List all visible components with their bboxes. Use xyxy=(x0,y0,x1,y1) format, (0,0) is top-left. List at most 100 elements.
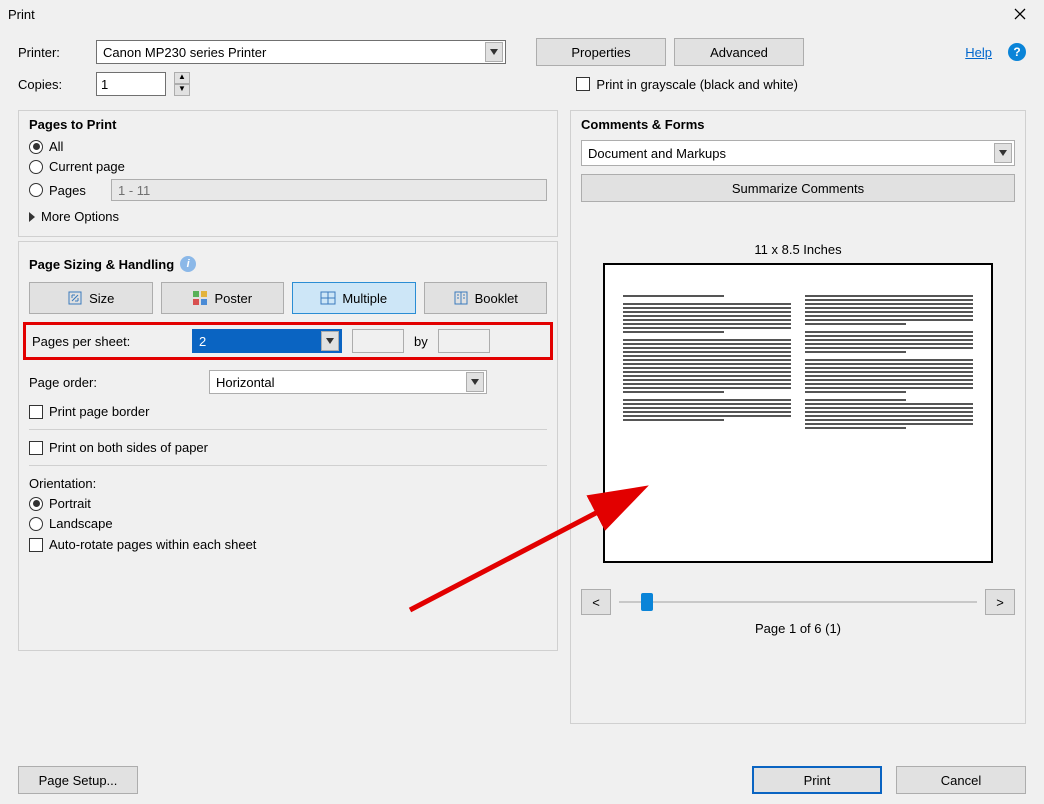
border-label: Print page border xyxy=(49,404,149,419)
cf-value: Document and Markups xyxy=(588,146,726,161)
print-label: Print xyxy=(804,773,831,788)
autorotate-label: Auto-rotate pages within each sheet xyxy=(49,537,256,552)
pages-per-sheet-row: Pages per sheet: 2 by xyxy=(23,322,553,360)
chevron-left-icon: < xyxy=(592,595,600,610)
radio-landscape[interactable]: Landscape xyxy=(29,516,547,531)
grayscale-checkbox[interactable]: Print in grayscale (black and white) xyxy=(576,77,798,92)
dropdown-icon xyxy=(994,143,1012,163)
checkbox-icon xyxy=(29,441,43,455)
custom-cols-input[interactable] xyxy=(352,329,404,353)
grayscale-label: Print in grayscale (black and white) xyxy=(596,77,798,92)
radio-icon xyxy=(29,160,43,174)
cancel-button[interactable]: Cancel xyxy=(896,766,1026,794)
advanced-label: Advanced xyxy=(710,45,768,60)
spin-up-icon: ▲ xyxy=(174,72,190,84)
tab-booklet-label: Booklet xyxy=(475,291,518,306)
printer-select[interactable]: Canon MP230 series Printer xyxy=(96,40,506,64)
copies-input[interactable]: 1 xyxy=(96,72,166,96)
dropdown-icon xyxy=(485,42,503,62)
radio-pages-label: Pages xyxy=(49,183,105,198)
orientation-label: Orientation: xyxy=(29,476,547,491)
tab-poster[interactable]: Poster xyxy=(161,282,285,314)
pages-range-value: 1 - 11 xyxy=(118,183,150,198)
radio-icon xyxy=(29,140,43,154)
tab-booklet[interactable]: Booklet xyxy=(424,282,548,314)
size-icon xyxy=(67,290,83,306)
pages-to-print-group: Pages to Print All Current page Pages 1 … xyxy=(18,110,558,237)
properties-button[interactable]: Properties xyxy=(536,38,666,66)
preview-page-right xyxy=(805,295,973,531)
more-options-toggle[interactable]: More Options xyxy=(29,209,547,224)
pps-value: 2 xyxy=(199,334,206,349)
comments-forms-select[interactable]: Document and Markups xyxy=(581,140,1015,166)
summarize-comments-button[interactable]: Summarize Comments xyxy=(581,174,1015,202)
tab-poster-label: Poster xyxy=(214,291,252,306)
dropdown-icon xyxy=(466,372,484,392)
dropdown-icon xyxy=(321,331,339,351)
print-preview xyxy=(603,263,993,563)
summarize-label: Summarize Comments xyxy=(732,181,864,196)
tab-multiple-label: Multiple xyxy=(342,291,387,306)
page-setup-button[interactable]: Page Setup... xyxy=(18,766,138,794)
advanced-button[interactable]: Advanced xyxy=(674,38,804,66)
by-label: by xyxy=(414,334,428,349)
paper-dimensions: 11 x 8.5 Inches xyxy=(581,242,1015,257)
tab-multiple[interactable]: Multiple xyxy=(292,282,416,314)
order-label: Page order: xyxy=(29,375,199,390)
radio-portrait[interactable]: Portrait xyxy=(29,496,547,511)
close-icon xyxy=(1012,6,1028,22)
pps-label: Pages per sheet: xyxy=(32,334,182,349)
preview-slider[interactable] xyxy=(619,589,977,615)
checkbox-icon xyxy=(29,538,43,552)
multiple-icon xyxy=(320,290,336,306)
info-icon[interactable]: i xyxy=(180,256,196,272)
custom-rows-input[interactable] xyxy=(438,329,490,353)
sizing-handling-group: Page Sizing & Handling i Size Poster Mul… xyxy=(18,241,558,651)
pagesetup-label: Page Setup... xyxy=(39,773,118,788)
checkbox-icon xyxy=(576,77,590,91)
copies-value: 1 xyxy=(101,77,108,92)
pages-title: Pages to Print xyxy=(29,117,547,132)
window-title: Print xyxy=(8,7,35,22)
preview-page-left xyxy=(623,295,791,531)
radio-pages[interactable]: Pages 1 - 11 xyxy=(29,179,547,201)
radio-all[interactable]: All xyxy=(29,139,547,154)
pages-per-sheet-select[interactable]: 2 xyxy=(192,329,342,353)
portrait-label: Portrait xyxy=(49,496,91,511)
printer-label: Printer: xyxy=(18,45,88,60)
chevron-right-icon: > xyxy=(996,595,1004,610)
radio-icon xyxy=(29,183,43,197)
copies-spinner[interactable]: ▲▼ xyxy=(174,72,190,96)
print-button[interactable]: Print xyxy=(752,766,882,794)
duplex-label: Print on both sides of paper xyxy=(49,440,208,455)
spin-down-icon: ▼ xyxy=(174,84,190,96)
pages-range-input[interactable]: 1 - 11 xyxy=(111,179,547,201)
duplex-checkbox[interactable]: Print on both sides of paper xyxy=(29,440,547,455)
cancel-label: Cancel xyxy=(941,773,981,788)
properties-label: Properties xyxy=(571,45,630,60)
more-options-label: More Options xyxy=(41,209,119,224)
triangle-right-icon xyxy=(29,212,35,222)
checkbox-icon xyxy=(29,405,43,419)
tab-size-label: Size xyxy=(89,291,114,306)
preview-prev-button[interactable]: < xyxy=(581,589,611,615)
radio-icon xyxy=(29,517,43,531)
copies-label: Copies: xyxy=(18,77,88,92)
close-button[interactable] xyxy=(1000,2,1040,26)
booklet-icon xyxy=(453,290,469,306)
poster-icon xyxy=(192,290,208,306)
landscape-label: Landscape xyxy=(49,516,113,531)
preview-next-button[interactable]: > xyxy=(985,589,1015,615)
help-icon[interactable]: ? xyxy=(1008,43,1026,61)
radio-current[interactable]: Current page xyxy=(29,159,547,174)
printer-value: Canon MP230 series Printer xyxy=(103,45,266,60)
autorotate-checkbox[interactable]: Auto-rotate pages within each sheet xyxy=(29,537,547,552)
print-border-checkbox[interactable]: Print page border xyxy=(29,404,547,419)
sizing-title: Page Sizing & Handling xyxy=(29,257,174,272)
tab-size[interactable]: Size xyxy=(29,282,153,314)
page-order-select[interactable]: Horizontal xyxy=(209,370,487,394)
slider-thumb[interactable] xyxy=(641,593,653,611)
order-value: Horizontal xyxy=(216,375,275,390)
help-link[interactable]: Help xyxy=(965,45,992,60)
page-counter: Page 1 of 6 (1) xyxy=(581,621,1015,636)
